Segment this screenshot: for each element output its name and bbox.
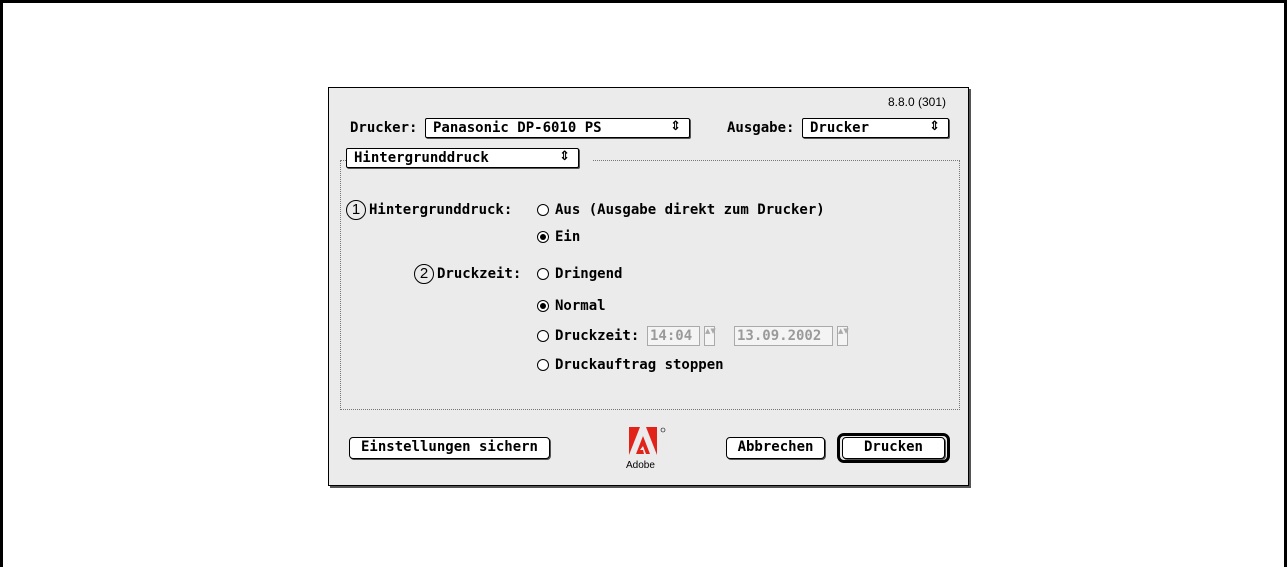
radio-background-on-label: Ein [555, 229, 581, 245]
version-label: 8.8.0 (301) [887, 95, 946, 109]
radio-background-on[interactable] [537, 231, 549, 243]
adobe-logo-text: Adobe [626, 460, 655, 471]
output-popup-value: Drucker [810, 120, 870, 136]
output-popup[interactable]: Drucker ⇕ [802, 118, 949, 138]
radio-normal-label: Normal [555, 298, 606, 314]
radio-scheduled-label: Druckzeit: [555, 328, 640, 344]
radio-stop-job[interactable] [537, 359, 549, 371]
print-dialog: 8.8.0 (301) Drucker: Panasonic DP-6010 P… [328, 87, 969, 486]
callout-marker-2: 2 [414, 264, 434, 284]
print-button[interactable]: Drucken [842, 437, 945, 459]
radio-scheduled[interactable] [537, 330, 549, 342]
radio-urgent[interactable] [537, 268, 549, 280]
popup-arrows-icon: ⇕ [929, 119, 940, 134]
radio-urgent-label: Dringend [555, 266, 623, 282]
printer-label: Drucker: [350, 120, 418, 136]
time-stepper[interactable]: ▲▼ [704, 326, 716, 346]
cancel-button[interactable]: Abbrechen [726, 437, 825, 459]
radio-background-off[interactable] [537, 204, 549, 216]
date-stepper[interactable]: ▲▼ [837, 326, 849, 346]
output-label: Ausgabe: [727, 120, 795, 136]
callout-marker-1: 1 [346, 200, 366, 220]
background-print-label: Hintergrunddruck: [369, 202, 513, 218]
panel-popup[interactable]: Hintergrunddruck ⇕ [346, 148, 579, 168]
page-frame-left [0, 0, 3, 567]
radio-background-off-label: Aus (Ausgabe direkt zum Drucker) [555, 202, 825, 218]
date-field[interactable]: 13.09.2002 [734, 326, 833, 346]
time-field[interactable]: 14:04 [647, 326, 700, 346]
printer-popup[interactable]: Panasonic DP-6010 PS ⇕ [425, 118, 690, 138]
popup-arrows-icon: ⇕ [559, 149, 570, 164]
save-settings-button[interactable]: Einstellungen sichern [349, 437, 550, 459]
page-frame-top [0, 0, 1287, 3]
printer-popup-value: Panasonic DP-6010 PS [433, 120, 602, 136]
popup-arrows-icon: ⇕ [670, 119, 681, 134]
radio-stop-job-label: Druckauftrag stoppen [555, 357, 724, 373]
radio-normal[interactable] [537, 300, 549, 312]
print-time-label: Druckzeit: [437, 266, 522, 282]
panel-popup-value: Hintergrunddruck [354, 150, 489, 166]
